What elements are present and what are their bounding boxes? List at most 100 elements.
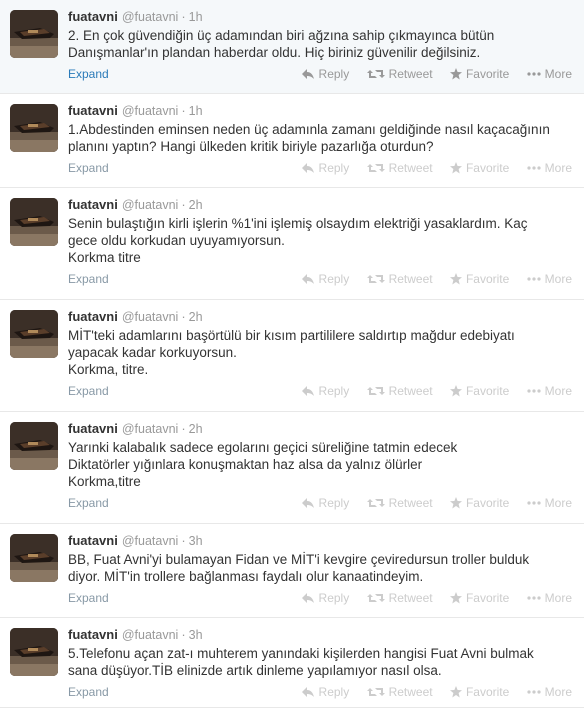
- tweet[interactable]: fuatavni @fuatavni · 1h 1.Abdestinden emins…: [0, 94, 584, 188]
- user-name[interactable]: fuatavni: [68, 309, 118, 324]
- retweet-button[interactable]: Retweet: [366, 496, 433, 510]
- tweet-text-line: gece oldu korkudan uyuyamıyorsun.: [68, 233, 285, 248]
- star-icon: [449, 497, 462, 509]
- tweet[interactable]: fuatavni @fuatavni · 1h 2. En çok güvendiği…: [0, 0, 584, 94]
- more-button[interactable]: More: [527, 161, 572, 175]
- tweet-text: BB, Fuat Avni'yi bulamayan Fidan ve MİT'…: [68, 551, 568, 585]
- expand-link[interactable]: Expand: [68, 161, 109, 175]
- retweet-button[interactable]: Retweet: [366, 161, 433, 175]
- tweet-actions: Reply Retweet Favorite More: [287, 591, 572, 605]
- retweet-button[interactable]: Retweet: [366, 591, 433, 605]
- expand-link[interactable]: Expand: [68, 496, 109, 510]
- star-icon: [449, 162, 462, 174]
- retweet-icon: [366, 594, 385, 602]
- tweet-text-line: Danışmanlar'ın plandan haberdar oldu. Hi…: [68, 45, 481, 60]
- reply-button[interactable]: Reply: [301, 161, 349, 175]
- reply-button[interactable]: Reply: [301, 496, 349, 510]
- more-button[interactable]: More: [527, 496, 572, 510]
- reply-button[interactable]: Reply: [301, 67, 349, 81]
- tweet-text-line: sana düşüyor.TİB elinizde artık dinleme …: [68, 663, 442, 678]
- retweet-icon: [366, 387, 385, 395]
- tweet[interactable]: fuatavni @fuatavni · 3h 5.Telefonu açan zat…: [0, 618, 584, 708]
- tweet[interactable]: fuatavni @fuatavni · 3h BB, Fuat Avni'yi bu…: [0, 524, 584, 618]
- tweet-text-line: 1.Abdestinden eminsen neden üç adamınla …: [68, 122, 550, 137]
- tweet-timestamp[interactable]: 1h: [189, 104, 203, 118]
- avatar[interactable]: [10, 534, 58, 582]
- tweet-timestamp[interactable]: 2h: [189, 198, 203, 212]
- expand-link[interactable]: Expand: [68, 591, 109, 605]
- tweet-text-line: Diktatörler yığınlara konuşmaktan haz al…: [68, 457, 423, 472]
- reply-icon: [301, 163, 314, 173]
- avatar[interactable]: [10, 198, 58, 246]
- user-handle[interactable]: @fuatavni: [122, 310, 178, 324]
- tweet-actions: Reply Retweet Favorite More: [287, 272, 572, 286]
- tweet-text-line: Senin bulaştığın kirli işlerin %1'ini iş…: [68, 216, 528, 231]
- favorite-button[interactable]: Favorite: [449, 161, 509, 175]
- favorite-button[interactable]: Favorite: [449, 496, 509, 510]
- tweet-timestamp[interactable]: 2h: [189, 422, 203, 436]
- user-name[interactable]: fuatavni: [68, 9, 118, 24]
- star-icon: [449, 592, 462, 604]
- reply-button[interactable]: Reply: [301, 591, 349, 605]
- avatar[interactable]: [10, 310, 58, 358]
- more-button[interactable]: More: [527, 272, 572, 286]
- more-button[interactable]: More: [527, 67, 572, 81]
- avatar[interactable]: [10, 10, 58, 58]
- tweet-text-line: Korkma, titre.: [68, 362, 149, 377]
- star-icon: [449, 273, 462, 285]
- expand-link[interactable]: Expand: [68, 67, 109, 81]
- retweet-button[interactable]: Retweet: [366, 67, 433, 81]
- expand-link[interactable]: Expand: [68, 384, 109, 398]
- more-dots-icon: [527, 166, 541, 170]
- avatar[interactable]: [10, 628, 58, 676]
- reply-icon: [301, 274, 314, 284]
- reply-button[interactable]: Reply: [301, 272, 349, 286]
- retweet-button[interactable]: Retweet: [366, 272, 433, 286]
- tweet-header: fuatavni @fuatavni · 2h: [68, 421, 203, 437]
- more-button[interactable]: More: [527, 384, 572, 398]
- user-handle[interactable]: @fuatavni: [122, 10, 178, 24]
- user-handle[interactable]: @fuatavni: [122, 198, 178, 212]
- user-handle[interactable]: @fuatavni: [122, 104, 178, 118]
- tweet[interactable]: fuatavni @fuatavni · 2h Yarınki kalabalık s…: [0, 412, 584, 524]
- user-name[interactable]: fuatavni: [68, 627, 118, 642]
- retweet-icon: [366, 164, 385, 172]
- user-handle[interactable]: @fuatavni: [122, 422, 178, 436]
- tweet-header: fuatavni @fuatavni · 1h: [68, 103, 203, 119]
- tweet-timestamp[interactable]: 2h: [189, 310, 203, 324]
- tweet-text-line: yapacak kadar korkuyorsun.: [68, 345, 237, 360]
- user-name[interactable]: fuatavni: [68, 421, 118, 436]
- retweet-icon: [366, 275, 385, 283]
- reply-icon: [301, 69, 314, 79]
- reply-button[interactable]: Reply: [301, 384, 349, 398]
- tweet-text: Senin bulaştığın kirli işlerin %1'ini iş…: [68, 215, 568, 266]
- more-button[interactable]: More: [527, 591, 572, 605]
- tweet-timestamp[interactable]: 3h: [189, 628, 203, 642]
- tweet-timestamp[interactable]: 1h: [189, 10, 203, 24]
- avatar[interactable]: [10, 422, 58, 470]
- expand-link[interactable]: Expand: [68, 272, 109, 286]
- more-dots-icon: [527, 501, 541, 505]
- favorite-button[interactable]: Favorite: [449, 591, 509, 605]
- separator-dot: ·: [181, 309, 186, 324]
- favorite-button[interactable]: Favorite: [449, 384, 509, 398]
- avatar[interactable]: [10, 104, 58, 152]
- star-icon: [449, 385, 462, 397]
- tweet[interactable]: fuatavni @fuatavni · 2h Senin bulaştığın ki…: [0, 188, 584, 300]
- retweet-icon: [366, 70, 385, 78]
- tweet[interactable]: fuatavni @fuatavni · 2h MİT'teki adamlarını…: [0, 300, 584, 412]
- tweet-text-line: MİT'teki adamlarını başörtülü bir kısım …: [68, 328, 515, 343]
- retweet-button[interactable]: Retweet: [366, 384, 433, 398]
- tweet-timestamp[interactable]: 3h: [189, 534, 203, 548]
- user-handle[interactable]: @fuatavni: [122, 534, 178, 548]
- favorite-button[interactable]: Favorite: [449, 272, 509, 286]
- retweet-icon: [366, 499, 385, 507]
- favorite-button[interactable]: Favorite: [449, 67, 509, 81]
- user-name[interactable]: fuatavni: [68, 103, 118, 118]
- more-dots-icon: [527, 690, 541, 694]
- user-handle[interactable]: @fuatavni: [122, 628, 178, 642]
- tweet-actions: Reply Retweet Favorite More: [287, 67, 572, 81]
- user-name[interactable]: fuatavni: [68, 533, 118, 548]
- user-name[interactable]: fuatavni: [68, 197, 118, 212]
- star-icon: [449, 68, 462, 80]
